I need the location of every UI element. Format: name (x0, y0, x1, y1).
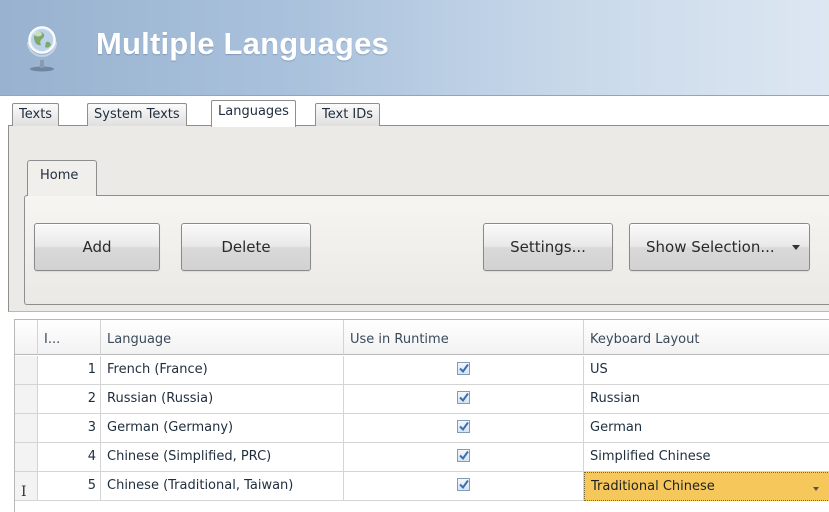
table-row[interactable]: 2 Russian (Russia) Russian (15, 385, 829, 414)
page-title: Multiple Languages (96, 26, 389, 61)
languages-table: I... Language Use in Runtime Keyboard La… (14, 319, 829, 512)
runtime-checkbox[interactable] (457, 420, 470, 433)
app-header: Multiple Languages (0, 0, 829, 96)
table-row[interactable]: 1 French (France) US (15, 356, 829, 385)
runtime-checkbox[interactable] (457, 478, 470, 491)
cell-id[interactable]: 2 (38, 385, 101, 414)
cell-language[interactable]: Chinese (Simplified, PRC) (101, 443, 344, 472)
tab-strip: Texts System Texts Languages Text IDs (8, 100, 829, 127)
column-header-use-in-runtime[interactable]: Use in Runtime (344, 320, 584, 355)
cell-keyboard-layout[interactable]: Russian (584, 385, 829, 414)
cell-id[interactable]: 3 (38, 414, 101, 443)
row-selector[interactable] (15, 356, 38, 385)
delete-button[interactable]: Delete (181, 223, 311, 271)
row-selector[interactable]: I (15, 472, 38, 501)
globe-icon (27, 26, 57, 72)
cell-use-in-runtime[interactable] (344, 414, 584, 443)
cell-use-in-runtime[interactable] (344, 443, 584, 472)
cell-keyboard-layout[interactable]: US (584, 356, 829, 385)
cell-use-in-runtime[interactable] (344, 356, 584, 385)
keyboard-layout-value: Traditional Chinese (591, 479, 715, 494)
table-row[interactable]: 4 Chinese (Simplified, PRC) Simplified C… (15, 443, 829, 472)
row-selector[interactable] (15, 385, 38, 414)
ribbon-tab-home[interactable]: Home (27, 160, 97, 196)
tab-system-texts[interactable]: System Texts (87, 103, 187, 127)
keyboard-layout-dropdown[interactable]: Traditional Chinese (584, 472, 829, 501)
tab-texts[interactable]: Texts (12, 103, 60, 127)
table-row[interactable]: 3 German (Germany) German (15, 414, 829, 443)
row-header-corner (15, 320, 38, 355)
cell-language[interactable]: Chinese (Traditional, Taiwan) (101, 472, 344, 501)
row-selector[interactable] (15, 414, 38, 443)
cell-id[interactable]: 4 (38, 443, 101, 472)
cell-keyboard-layout[interactable]: Simplified Chinese (584, 443, 829, 472)
chevron-down-icon[interactable] (813, 487, 819, 491)
runtime-checkbox[interactable] (457, 449, 470, 462)
tab-text-ids[interactable]: Text IDs (315, 103, 381, 127)
table-row[interactable]: I 5 Chinese (Traditional, Taiwan) Tradit… (15, 472, 829, 501)
cell-keyboard-layout[interactable]: German (584, 414, 829, 443)
edit-row-indicator: I (21, 484, 27, 500)
add-button[interactable]: Add (34, 223, 160, 271)
cell-use-in-runtime[interactable] (344, 385, 584, 414)
column-header-language[interactable]: Language (101, 320, 344, 355)
cell-language[interactable]: French (France) (101, 356, 344, 385)
table-header-row: I... Language Use in Runtime Keyboard La… (15, 320, 829, 355)
settings-button[interactable]: Settings... (483, 223, 613, 271)
tab-languages[interactable]: Languages (211, 100, 296, 127)
cell-language[interactable]: Russian (Russia) (101, 385, 344, 414)
show-selection-button[interactable]: Show Selection... (629, 223, 810, 271)
column-header-id[interactable]: I... (38, 320, 101, 355)
cell-id[interactable]: 5 (38, 472, 101, 501)
cell-id[interactable]: 1 (38, 356, 101, 385)
runtime-checkbox[interactable] (457, 391, 470, 404)
chevron-down-icon (792, 245, 800, 250)
row-selector[interactable] (15, 443, 38, 472)
show-selection-label: Show Selection... (646, 238, 775, 256)
runtime-checkbox[interactable] (457, 362, 470, 375)
cell-language[interactable]: German (Germany) (101, 414, 344, 443)
column-header-keyboard-layout[interactable]: Keyboard Layout (584, 320, 829, 355)
cell-use-in-runtime[interactable] (344, 472, 584, 501)
